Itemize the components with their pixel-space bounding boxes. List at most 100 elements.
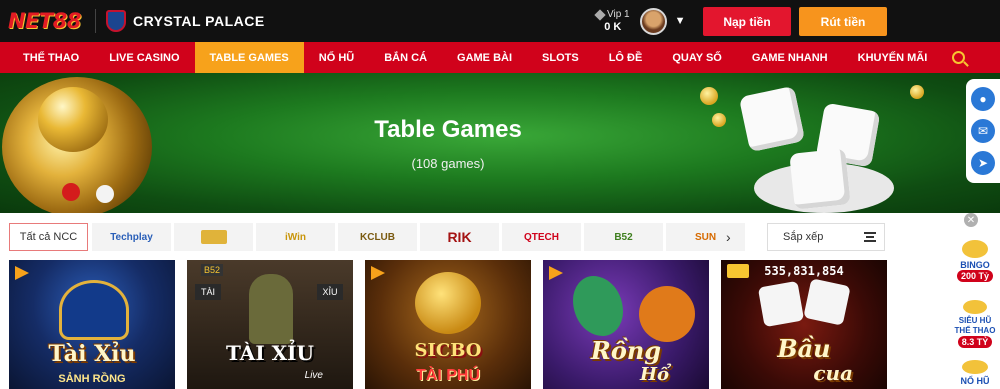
game-card[interactable]: 535,831,854 Bầu cua	[721, 260, 887, 389]
page: NET88 CRYSTAL PALACE Vip 1 0 K ▼ Nạp tiề…	[0, 0, 1000, 389]
game-title: SICBO	[414, 340, 482, 361]
nav-item-quay-so[interactable]: QUAY SỐ	[657, 42, 737, 73]
promo-jackpot-icon	[962, 360, 988, 374]
chevron-right-icon[interactable]: ›	[726, 229, 731, 245]
golden-gong-image	[2, 77, 152, 213]
promo-value: 200 Tỷ	[956, 270, 994, 282]
sort-label: Sắp xếp	[783, 231, 824, 243]
sort-dropdown[interactable]: Sắp xếp	[767, 223, 885, 251]
provider-badge-icon	[727, 264, 749, 278]
telegram-icon[interactable]: ➤	[971, 151, 995, 175]
promo-bingo-icon	[962, 240, 988, 258]
die-image	[757, 280, 805, 328]
support-float-bar: ● ✉ ➤	[966, 79, 1000, 183]
game-card[interactable]: TÀI XỈU B52 TÀI XỈU Live	[187, 260, 353, 389]
account-menu[interactable]: Vip 1 0 K ▼	[594, 6, 686, 36]
promo-no-hu[interactable]: NỔ HŨ	[950, 360, 1000, 386]
promo-title: SIÊU HŨ THỂ THAO	[954, 316, 996, 335]
nav-item-live-casino[interactable]: LIVE CASINO	[94, 42, 194, 73]
game-subtitle: cua	[813, 361, 853, 385]
nav-search-button[interactable]	[942, 42, 975, 73]
nav-item-no-hu[interactable]: NỔ HŨ	[304, 42, 369, 73]
nav-item-table-games[interactable]: TABLE GAMES	[194, 42, 304, 73]
dragon-image	[573, 276, 623, 336]
white-ball	[96, 185, 114, 203]
game-title: Rồng	[590, 336, 662, 365]
golden-toad-image	[415, 272, 481, 334]
red-ball	[62, 183, 80, 201]
provider-kclub[interactable]: KCLUB	[338, 223, 417, 251]
nav-item-ban-ca[interactable]: BẮN CÁ	[369, 42, 442, 73]
partner-name: CRYSTAL PALACE	[132, 13, 265, 29]
nav-item-game-nhanh[interactable]: GAME NHANH	[737, 42, 843, 73]
diamond-icon	[594, 8, 606, 21]
provider-filter-bar: Tất cả NCC Techplay iWin KCLUB RIK QTECH…	[0, 213, 1000, 260]
promo-title: BINGO	[960, 260, 990, 270]
main-nav: THỂ THAO LIVE CASINO TABLE GAMES NỔ HŨ B…	[0, 42, 1000, 73]
site-logo[interactable]: NET88	[8, 9, 81, 33]
filter-icon	[864, 232, 876, 242]
provider-iwin[interactable]: iWin	[256, 223, 335, 251]
game-tag: TÀI	[195, 284, 221, 300]
vip-level-label: Vip 1	[607, 9, 630, 20]
game-subtitle: Hổ	[639, 364, 669, 385]
game-subtitle: TÀI PHÚ	[416, 367, 480, 384]
games-grid: Tài Xỉu SẢNH RỒNG TÀI XỈU B52 TÀI XỈU Li…	[0, 260, 950, 389]
die-image	[803, 278, 851, 326]
game-card[interactable]: Tài Xỉu SẢNH RỒNG	[9, 260, 175, 389]
divider	[94, 9, 96, 33]
nav-item-lo-de[interactable]: LÔ ĐỀ	[594, 42, 658, 73]
close-icon[interactable]: ✕	[964, 213, 978, 227]
tiger-image	[639, 286, 695, 342]
game-card[interactable]: Rồng Hổ	[543, 260, 709, 389]
search-icon	[952, 51, 966, 64]
game-subtitle: Live	[304, 370, 323, 381]
provider-rik[interactable]: RIK	[420, 223, 499, 251]
partner-brand: CRYSTAL PALACE	[105, 10, 265, 32]
page-title: Table Games	[374, 116, 522, 143]
promo-bingo[interactable]: BINGO 200 Tỷ	[950, 240, 1000, 282]
messenger-icon[interactable]: ✉	[971, 119, 995, 143]
vip-info: Vip 1 0 K	[594, 8, 630, 34]
nav-item-the-thao[interactable]: THỂ THAO	[8, 42, 94, 73]
crystal-palace-crest-icon	[105, 10, 126, 32]
provider-sun[interactable]: SUN	[666, 223, 745, 251]
provider-badge: B52	[201, 264, 224, 276]
nav-item-game-bai[interactable]: GAME BÀI	[442, 42, 527, 73]
provider-badge-icon	[15, 266, 29, 280]
provider-badge-icon	[371, 266, 385, 280]
game-subtitle: SẢNH RỒNG	[58, 373, 126, 385]
coin-icon	[910, 85, 924, 99]
game-card[interactable]: SICBO TÀI PHÚ	[365, 260, 531, 389]
deposit-button[interactable]: Nạp tiền	[703, 7, 791, 36]
dealer-image	[249, 274, 293, 344]
vip-level: Vip 1	[594, 8, 630, 21]
balance: 0 K	[604, 21, 622, 33]
promo-title: NỔ HŨ	[960, 376, 990, 386]
provider-logo-icon	[200, 230, 227, 244]
provider-all[interactable]: Tất cả NCC	[9, 223, 88, 251]
provider-b52[interactable]: B52	[584, 223, 663, 251]
chat-icon[interactable]: ●	[971, 87, 995, 111]
nav-item-khuyen-mai[interactable]: KHUYẾN MÃI	[843, 42, 943, 73]
category-banner: Table Games (108 games)	[0, 73, 1000, 213]
provider-techplay[interactable]: Techplay	[92, 223, 171, 251]
provider-logo-2[interactable]	[174, 223, 253, 251]
game-title: Bầu	[777, 334, 831, 363]
withdraw-button[interactable]: Rút tiền	[799, 7, 887, 36]
game-title: Tài Xỉu	[48, 341, 136, 367]
promo-sieu-hu[interactable]: SIÊU HŨ THỂ THAO 8.3 TỶ	[950, 300, 1000, 348]
avatar[interactable]	[639, 7, 667, 35]
promo-value: 8.3 TỶ	[957, 336, 993, 348]
provider-qtech[interactable]: QTECH	[502, 223, 581, 251]
game-title: TÀI XỈU	[226, 341, 314, 365]
promo-trophy-icon	[963, 300, 987, 314]
provider-badge-icon	[549, 266, 563, 280]
top-bar: NET88 CRYSTAL PALACE Vip 1 0 K ▼ Nạp tiề…	[0, 0, 1000, 42]
coin-icon	[700, 87, 718, 105]
chevron-down-icon[interactable]: ▼	[675, 15, 686, 27]
game-count: (108 games)	[411, 156, 485, 171]
dragon-bowl-image	[59, 280, 129, 340]
game-tag: XỈU	[317, 284, 343, 300]
nav-item-slots[interactable]: SLOTS	[527, 42, 594, 73]
